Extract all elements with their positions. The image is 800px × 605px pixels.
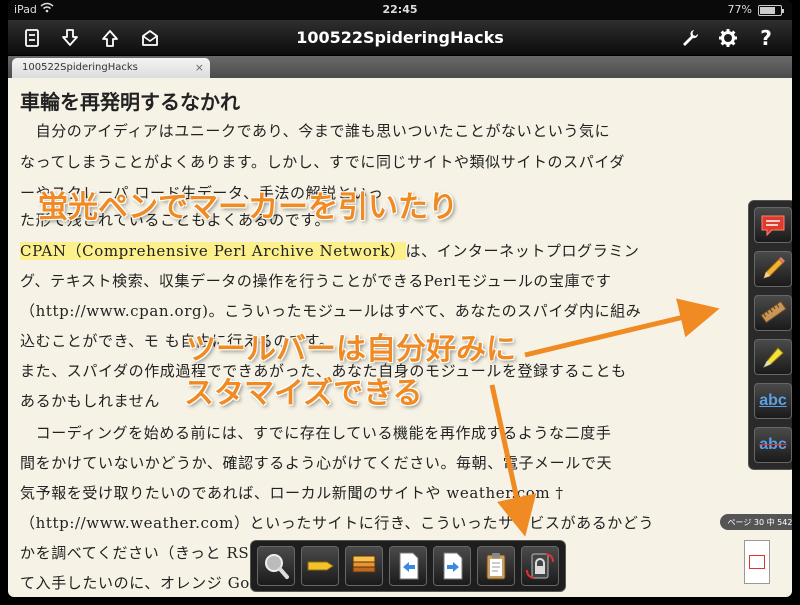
highlight-marker-icon[interactable] — [301, 546, 339, 586]
pencil-icon[interactable] — [754, 251, 792, 287]
page-thumbnail[interactable] — [744, 540, 770, 584]
wrench-icon[interactable] — [676, 24, 704, 52]
text-line: （http://www.cpan.org)。こういったモジュールはすべて、あなた… — [20, 302, 642, 320]
text-line: コーディングを始める前には、すでに存在している機能を再作成するような二度手 — [20, 424, 612, 442]
tab-label: 100522SpideringHacks — [22, 62, 138, 73]
text-line: グ、テキスト検索、収集データの操作を行うことができるPerlモジュールの宝庫です — [20, 272, 612, 290]
text-line: 気予報を受け取りたいのであれば、ローカル新聞のサイトや weather.com … — [20, 484, 564, 502]
text-line: 間をかけていないかどうか、確認するよう心がけてください。毎朝、電子メールで天 — [20, 454, 613, 472]
magnifier-icon[interactable] — [257, 546, 295, 586]
clipboard-icon[interactable] — [477, 546, 515, 586]
strikethrough-icon[interactable]: abc — [754, 427, 792, 463]
text-line: あるかもしれません — [20, 392, 160, 410]
gear-icon[interactable] — [714, 24, 742, 52]
highlighter-icon[interactable] — [754, 339, 792, 375]
caption-toolbar-line2: スタマイズできる — [184, 376, 423, 411]
caption-toolbar-line1: ツールバーは自分好みに — [186, 332, 516, 367]
next-page-icon[interactable] — [433, 546, 471, 586]
note-icon[interactable] — [754, 207, 792, 243]
bottom-toolbar — [250, 540, 566, 592]
layers-icon[interactable] — [345, 546, 383, 586]
rotation-lock-icon[interactable] — [521, 546, 559, 586]
caption-marker: 蛍光ペンでマーカーを引いたり — [38, 190, 458, 225]
help-icon[interactable]: ? — [752, 24, 780, 52]
text-line: なってしまうことがよくあります。しかし、すでに同じサイトや類似サイトのスパイダ — [20, 153, 625, 171]
annotation-toolbar: abc abc — [748, 200, 792, 470]
prev-page-icon[interactable] — [389, 546, 427, 586]
tab-document[interactable]: 100522SpideringHacks × — [12, 58, 210, 78]
text-line: （http://www.weather.com）といったサイトに行き、こういった… — [20, 514, 655, 532]
navigation-bar: 100522SpideringHacks ? — [8, 20, 792, 56]
close-icon[interactable]: × — [195, 61, 204, 74]
tab-bar: 100522SpideringHacks × — [8, 56, 792, 78]
underline-icon[interactable]: abc — [754, 383, 792, 419]
battery-percent: 77% — [727, 3, 752, 16]
page-indicator: ページ 30 中 542 — [720, 514, 792, 530]
status-bar: iPad 22:45 77% — [8, 0, 792, 20]
page-heading: 車輪を再発明するなかれ — [20, 90, 240, 114]
clock: 22:45 — [382, 3, 418, 16]
document-title: 100522SpideringHacks — [296, 28, 504, 47]
app-frame: iPad 22:45 77% 100522SpideringHacks ? 10… — [8, 0, 792, 597]
text-line: CPAN（Comprehensive Perl Archive Network）… — [20, 242, 640, 260]
battery-icon — [758, 5, 784, 16]
highlighted-text: CPAN（Comprehensive Perl Archive Network） — [20, 242, 406, 260]
text-line: 自分のアイディアはユニークであり、今まで誰も思いついたことがないという気に — [20, 122, 611, 140]
ruler-icon[interactable] — [754, 295, 792, 331]
